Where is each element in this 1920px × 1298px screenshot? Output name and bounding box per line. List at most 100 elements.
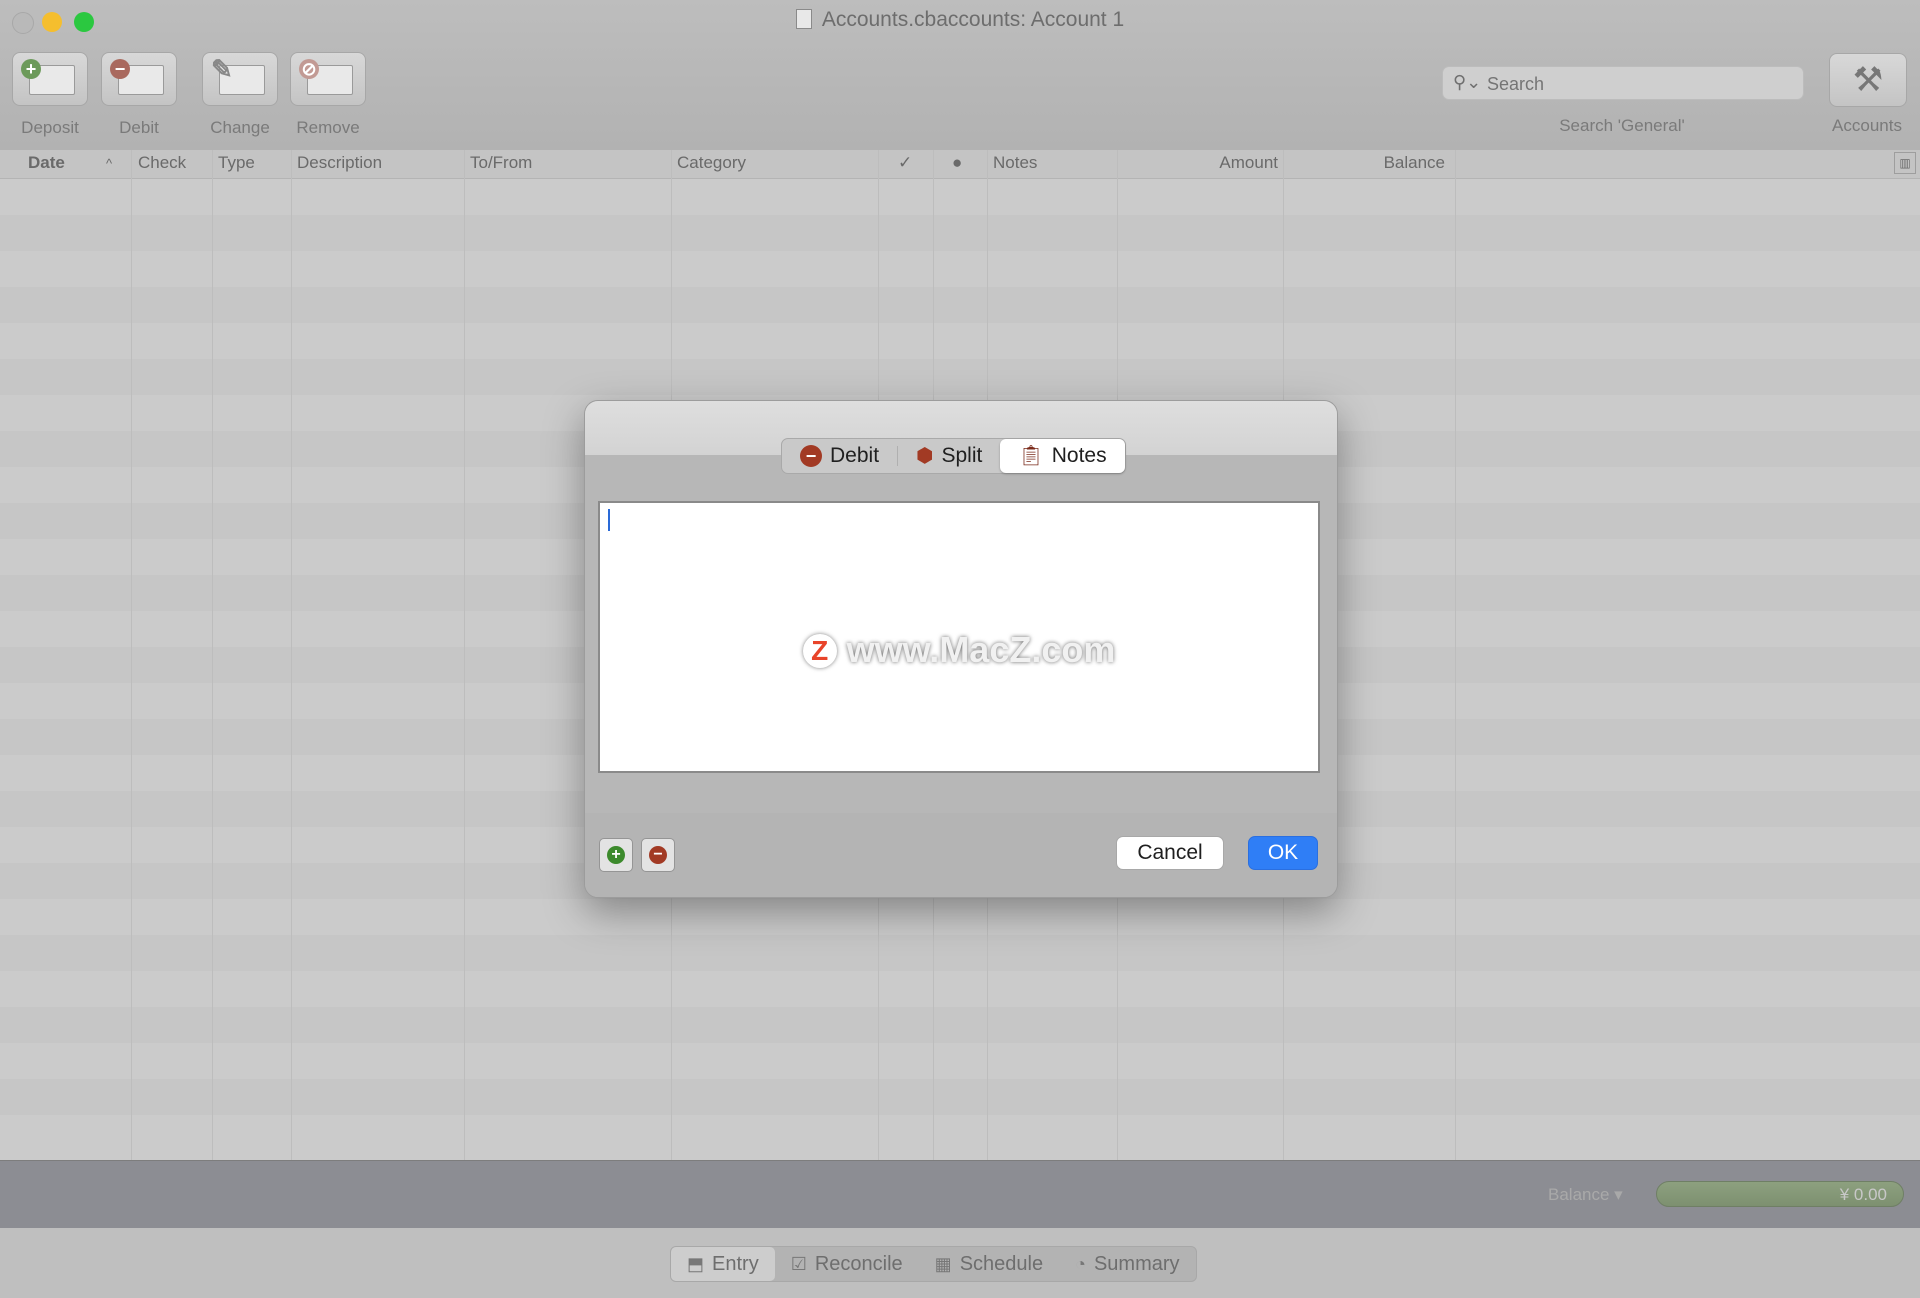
change-button[interactable]: ✎: [202, 52, 278, 106]
column-divider: [131, 150, 132, 1160]
deposit-tool[interactable]: + Deposit: [12, 52, 88, 138]
window-title: Accounts.cbaccounts: Account 1: [0, 8, 1920, 32]
checkbox-icon: ☑: [790, 1254, 807, 1274]
app-window: Accounts.cbaccounts: Account 1 + Deposit…: [0, 0, 1920, 1298]
remove-label: Remove: [296, 118, 360, 137]
table-row[interactable]: [0, 287, 1920, 323]
plus-circle-icon: +: [21, 59, 41, 79]
toolbar: Accounts.cbaccounts: Account 1 + Deposit…: [0, 0, 1920, 151]
accounts-button[interactable]: ⚒: [1829, 53, 1907, 107]
cube-icon: ⬢: [916, 445, 934, 467]
tab-entry-label: Entry: [712, 1253, 759, 1275]
tab-summary[interactable]: ◔ Summary: [1059, 1247, 1195, 1281]
accounts-label: Accounts: [1832, 116, 1902, 135]
cancel-button[interactable]: Cancel: [1116, 836, 1224, 870]
minus-circle-icon: −: [800, 445, 822, 467]
watermark: Zwww.MacZ.com: [600, 629, 1318, 671]
column-divider: [212, 150, 213, 1160]
table-row[interactable]: [0, 1007, 1920, 1043]
table-row[interactable]: [0, 215, 1920, 251]
column-header-date[interactable]: Date: [28, 153, 65, 173]
column-options-icon[interactable]: ▥: [1894, 152, 1916, 174]
plus-circle-icon: +: [607, 846, 625, 864]
tab-notes[interactable]: 📋︎ Notes: [1000, 439, 1125, 473]
table-row[interactable]: [0, 323, 1920, 359]
remove-button[interactable]: ⊘: [290, 52, 366, 106]
table-header: Date ^ Check Type Description To/From Ca…: [0, 150, 1920, 179]
calendar-grid-icon: ▦: [934, 1254, 952, 1274]
tab-reconcile[interactable]: ☑ Reconcile: [775, 1247, 919, 1281]
add-note-button[interactable]: +: [599, 838, 633, 872]
view-switcher: ⬒ Entry ☑ Reconcile ▦ Schedule ◔ Summary: [670, 1246, 1197, 1282]
table-row[interactable]: [0, 251, 1920, 287]
table-row[interactable]: [0, 935, 1920, 971]
table-row[interactable]: [0, 179, 1920, 215]
tools-icon: ⚒: [1852, 61, 1884, 99]
transaction-dialog: − Debit ⬢ Split 📋︎ Notes Zwww.MacZ.com +: [584, 400, 1338, 898]
document-icon: [795, 9, 812, 29]
column-divider: [464, 150, 465, 1160]
notes-textarea[interactable]: Zwww.MacZ.com: [598, 501, 1320, 773]
text-cursor: [608, 509, 610, 531]
debit-tool[interactable]: − Debit: [101, 52, 177, 138]
column-header-type[interactable]: Type: [218, 153, 255, 173]
ok-button[interactable]: OK: [1248, 836, 1318, 870]
column-header-notes[interactable]: Notes: [993, 153, 1037, 173]
column-header-to-from[interactable]: To/From: [470, 153, 532, 173]
status-bar: Balance ▾ ¥ 0.00: [0, 1160, 1920, 1229]
change-tool[interactable]: ✎ Change: [202, 52, 278, 138]
clipboard-icon: 📋︎: [1018, 445, 1044, 467]
tab-summary-label: Summary: [1093, 1253, 1180, 1275]
table-row[interactable]: [0, 1079, 1920, 1115]
column-divider: [291, 150, 292, 1160]
window-title-text: Accounts.cbaccounts: Account 1: [821, 8, 1125, 31]
column-header-balance[interactable]: Balance: [1300, 153, 1445, 173]
tab-debit[interactable]: − Debit: [782, 439, 897, 473]
table-row[interactable]: [0, 1043, 1920, 1079]
view-switcher-bar: ⬒ Entry ☑ Reconcile ▦ Schedule ◔ Summary: [0, 1228, 1920, 1298]
watermark-text: www.MacZ.com: [846, 629, 1116, 670]
pen-icon: ✎: [211, 54, 233, 84]
macz-logo-icon: Z: [802, 634, 837, 668]
sort-ascending-icon: ^: [106, 156, 113, 171]
debit-label: Debit: [119, 118, 159, 137]
search-field[interactable]: ⚲⌄: [1442, 66, 1804, 100]
column-header-reconciled[interactable]: ●: [952, 153, 962, 173]
no-entry-icon: ⊘: [299, 59, 319, 79]
tab-split[interactable]: ⬢ Split: [898, 439, 1000, 473]
search-icon: ⚲⌄: [1453, 72, 1482, 92]
tab-notes-label: Notes: [1051, 444, 1107, 467]
column-header-check[interactable]: Check: [138, 153, 186, 173]
table-row[interactable]: [0, 359, 1920, 395]
search-input[interactable]: [1485, 71, 1789, 97]
balance-value: ¥ 0.00: [1656, 1181, 1904, 1207]
debit-button[interactable]: −: [101, 52, 177, 106]
tab-schedule-label: Schedule: [959, 1253, 1044, 1275]
table-row[interactable]: [0, 1115, 1920, 1151]
column-header-cleared[interactable]: ✓: [898, 153, 912, 173]
pie-chart-icon: ◔: [1075, 1254, 1086, 1274]
deposit-button[interactable]: +: [12, 52, 88, 106]
deposit-label: Deposit: [21, 118, 79, 137]
remove-tool[interactable]: ⊘ Remove: [290, 52, 366, 138]
tab-entry[interactable]: ⬒ Entry: [671, 1247, 775, 1281]
column-header-category[interactable]: Category: [677, 153, 746, 173]
dialog-footer: [585, 813, 1337, 897]
table-row[interactable]: [0, 899, 1920, 935]
table-row[interactable]: [0, 971, 1920, 1007]
tab-debit-label: Debit: [830, 444, 880, 467]
column-divider: [1455, 150, 1456, 1160]
tab-schedule[interactable]: ▦ Schedule: [919, 1247, 1059, 1281]
balance-menu[interactable]: Balance ▾: [1548, 1185, 1623, 1205]
column-header-amount[interactable]: Amount: [1130, 153, 1278, 173]
tab-reconcile-label: Reconcile: [814, 1253, 903, 1275]
remove-note-button[interactable]: −: [641, 838, 675, 872]
minus-circle-icon: −: [110, 59, 130, 79]
change-label: Change: [210, 118, 270, 137]
column-header-description[interactable]: Description: [297, 153, 382, 173]
dialog-tabs: − Debit ⬢ Split 📋︎ Notes: [781, 438, 1126, 474]
minus-circle-icon: −: [649, 846, 667, 864]
search-caption: Search 'General': [1559, 116, 1685, 135]
tab-split-label: Split: [941, 444, 983, 467]
entry-icon: ⬒: [687, 1254, 705, 1274]
